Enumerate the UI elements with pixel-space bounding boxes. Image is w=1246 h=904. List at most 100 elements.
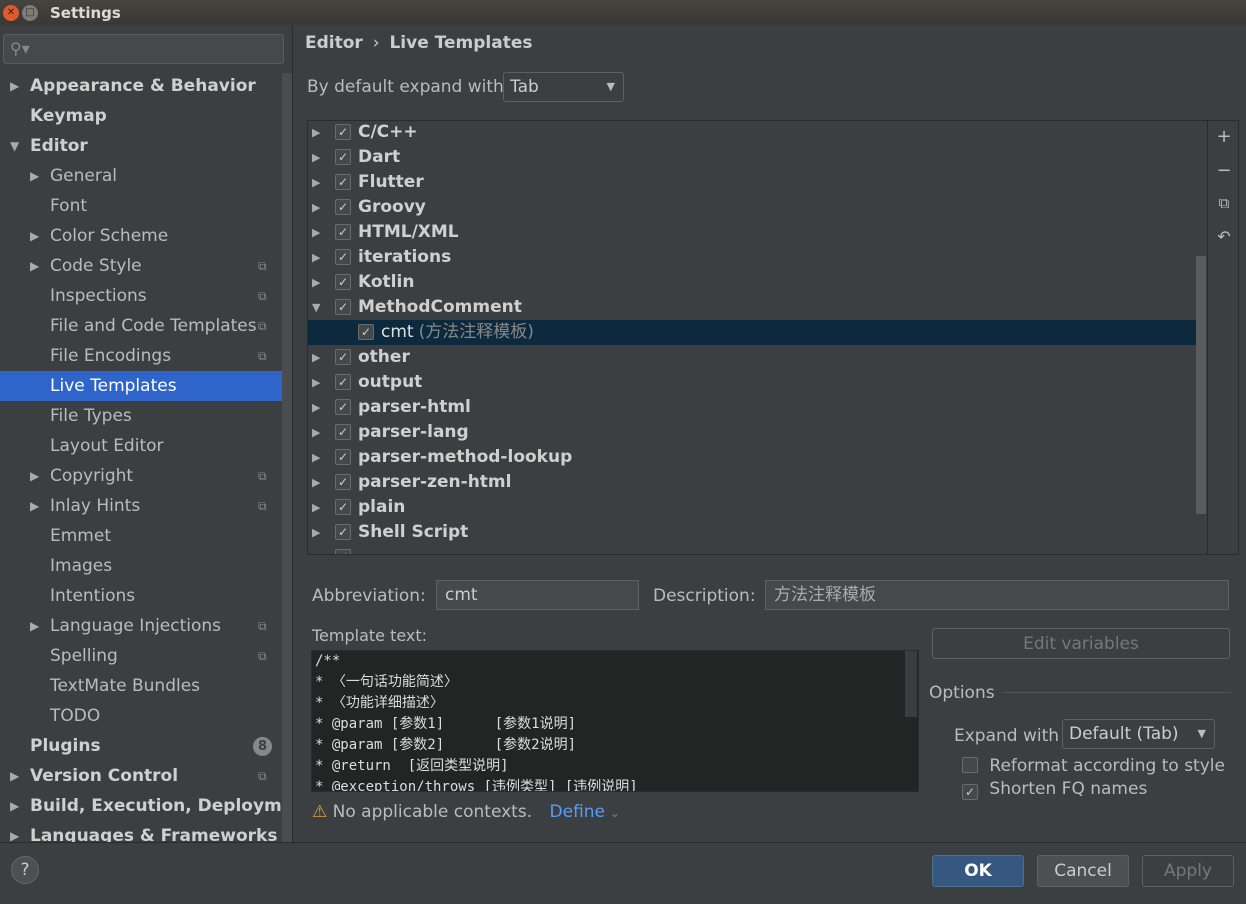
enabled-checkbox[interactable]: ✓	[335, 249, 351, 265]
enabled-checkbox[interactable]: ✓	[335, 399, 351, 415]
sidebar-item[interactable]: ▶ Version Control ⧉	[0, 761, 282, 791]
enabled-checkbox[interactable]: ✓	[335, 174, 351, 190]
collapsed-arrow-icon[interactable]: ▶	[312, 121, 320, 145]
template-group[interactable]: ▶ ✓ Kotlin	[308, 270, 1206, 295]
collapsed-arrow-icon[interactable]: ▶	[312, 470, 320, 495]
template-group[interactable]: ▶ ✓ HTML/XML	[308, 220, 1206, 245]
copy-icon[interactable]: ⧉	[1214, 193, 1234, 213]
template-group[interactable]: ▶ ✓ other	[308, 345, 1206, 370]
sidebar-item[interactable]: File Types	[0, 401, 282, 431]
enabled-checkbox[interactable]: ✓	[335, 199, 351, 215]
template-group[interactable]: ▶ ✓ parser-lang	[308, 420, 1206, 445]
enabled-checkbox[interactable]: ✓	[358, 324, 374, 340]
enabled-checkbox[interactable]: ✓	[335, 124, 351, 140]
sidebar-item[interactable]: ▶ Appearance & Behavior	[0, 71, 282, 101]
apply-button[interactable]: Apply	[1142, 855, 1234, 887]
shorten-checkbox-row[interactable]: ✓ Shorten FQ names	[962, 779, 1147, 800]
sidebar-item[interactable]: ▶ Color Scheme	[0, 221, 282, 251]
sidebar-scrollbar[interactable]	[282, 73, 292, 842]
collapsed-arrow-icon[interactable]: ▶	[30, 221, 39, 251]
minus-icon[interactable]: −	[1214, 161, 1234, 181]
abbreviation-input[interactable]: cmt	[436, 580, 639, 610]
enabled-checkbox[interactable]: ✓	[335, 299, 351, 315]
sidebar-item[interactable]: File and Code Templates ⧉	[0, 311, 282, 341]
template-group[interactable]: ▶ ✓ C/C++	[308, 121, 1206, 145]
collapsed-arrow-icon[interactable]: ▶	[312, 420, 320, 445]
collapsed-arrow-icon[interactable]: ▶	[312, 220, 320, 245]
enabled-checkbox[interactable]: ✓	[335, 224, 351, 240]
enabled-checkbox[interactable]: ✓	[335, 424, 351, 440]
collapsed-arrow-icon[interactable]: ▶	[30, 461, 39, 491]
define-contexts-link[interactable]: Define ⌄	[550, 802, 620, 822]
reformat-checkbox-row[interactable]: Reformat according to style	[962, 755, 1225, 776]
collapsed-arrow-icon[interactable]: ▶	[312, 195, 320, 220]
sidebar-item[interactable]: Keymap	[0, 101, 282, 131]
expand-with-option-dropdown[interactable]: Default (Tab) ▼	[1062, 719, 1215, 749]
maximize-window-button[interactable]: □	[22, 4, 38, 21]
sidebar-item[interactable]: Emmet	[0, 521, 282, 551]
sidebar-item[interactable]: Intentions	[0, 581, 282, 611]
sidebar-item[interactable]: TextMate Bundles	[0, 671, 282, 701]
sidebar-item[interactable]: Plugins 8	[0, 731, 282, 761]
sidebar-item[interactable]: Live Templates	[0, 371, 282, 401]
collapsed-arrow-icon[interactable]: ▶	[312, 395, 320, 420]
sidebar-item[interactable]: ▶ Language Injections ⧉	[0, 611, 282, 641]
template-group[interactable]: ▼ ✓ MethodComment	[308, 295, 1206, 320]
sidebar-item[interactable]: ▶ Languages & Frameworks	[0, 821, 282, 842]
template-group[interactable]: ▶ ✓ Dart	[308, 145, 1206, 170]
ok-button[interactable]: OK	[932, 855, 1024, 887]
sidebar-item[interactable]: Font	[0, 191, 282, 221]
enabled-checkbox[interactable]: ✓	[335, 524, 351, 540]
sidebar-item[interactable]: ▶ Copyright ⧉	[0, 461, 282, 491]
template-group[interactable]: ▶ ✓ plain	[308, 495, 1206, 520]
template-group[interactable]: ▶ ✓ Shell Script	[308, 520, 1206, 545]
enabled-checkbox[interactable]: ✓	[335, 374, 351, 390]
enabled-checkbox[interactable]: ✓	[335, 499, 351, 515]
template-group[interactable]: ▶ ✓...	[308, 545, 1206, 554]
collapsed-arrow-icon[interactable]: ▶	[312, 345, 320, 370]
template-item[interactable]: ✓ cmt (方法注释模板)	[308, 320, 1206, 345]
sidebar-item[interactable]: ▼ Editor	[0, 131, 282, 161]
template-group[interactable]: ▶ ✓ output	[308, 370, 1206, 395]
collapsed-arrow-icon[interactable]: ▶	[312, 270, 320, 295]
collapsed-arrow-icon[interactable]: ▶	[312, 495, 320, 520]
template-group[interactable]: ▶ ✓ Flutter	[308, 170, 1206, 195]
collapsed-arrow-icon[interactable]: ▶	[312, 445, 320, 470]
collapsed-arrow-icon[interactable]: ▶	[10, 791, 19, 821]
collapsed-arrow-icon[interactable]: ▶	[10, 761, 19, 791]
help-button[interactable]: ?	[11, 856, 39, 884]
collapsed-arrow-icon[interactable]: ▶	[312, 545, 320, 554]
collapsed-arrow-icon[interactable]: ▶	[312, 370, 320, 395]
sidebar-item[interactable]: ▶ Build, Execution, Deployment	[0, 791, 292, 821]
collapsed-arrow-icon[interactable]: ▶	[30, 161, 39, 191]
plus-icon[interactable]: +	[1214, 127, 1234, 147]
template-group[interactable]: ▶ ✓ Groovy	[308, 195, 1206, 220]
sidebar-item[interactable]: ▶ Code Style ⧉	[0, 251, 282, 281]
breadcrumb-parent[interactable]: Editor	[305, 33, 363, 53]
template-group[interactable]: ▶ ✓ parser-method-lookup	[308, 445, 1206, 470]
enabled-checkbox[interactable]: ✓	[335, 349, 351, 365]
editor-scrollbar[interactable]	[905, 651, 917, 717]
collapsed-arrow-icon[interactable]: ▶	[30, 611, 39, 641]
enabled-checkbox[interactable]: ✓	[335, 274, 351, 290]
enabled-checkbox[interactable]: ✓	[335, 549, 351, 554]
undo-icon[interactable]: ↶	[1214, 227, 1234, 247]
expanded-arrow-icon[interactable]: ▼	[312, 295, 320, 320]
sidebar-item[interactable]: Inspections ⧉	[0, 281, 282, 311]
sidebar-item[interactable]: TODO	[0, 701, 282, 731]
template-group[interactable]: ▶ ✓ iterations	[308, 245, 1206, 270]
collapsed-arrow-icon[interactable]: ▶	[30, 491, 39, 521]
description-input[interactable]: 方法注释模板	[765, 580, 1229, 610]
tree-scrollbar[interactable]	[1196, 256, 1206, 514]
reformat-checkbox[interactable]	[962, 757, 978, 773]
settings-search-input[interactable]: ⚲▾	[3, 34, 284, 64]
sidebar-item[interactable]: ▶ General	[0, 161, 282, 191]
enabled-checkbox[interactable]: ✓	[335, 149, 351, 165]
collapsed-arrow-icon[interactable]: ▶	[312, 170, 320, 195]
collapsed-arrow-icon[interactable]: ▶	[30, 251, 39, 281]
collapsed-arrow-icon[interactable]: ▶	[312, 520, 320, 545]
sidebar-item[interactable]: Images	[0, 551, 282, 581]
sidebar-item[interactable]: Spelling ⧉	[0, 641, 282, 671]
collapsed-arrow-icon[interactable]: ▶	[312, 145, 320, 170]
expanded-arrow-icon[interactable]: ▼	[10, 131, 19, 161]
